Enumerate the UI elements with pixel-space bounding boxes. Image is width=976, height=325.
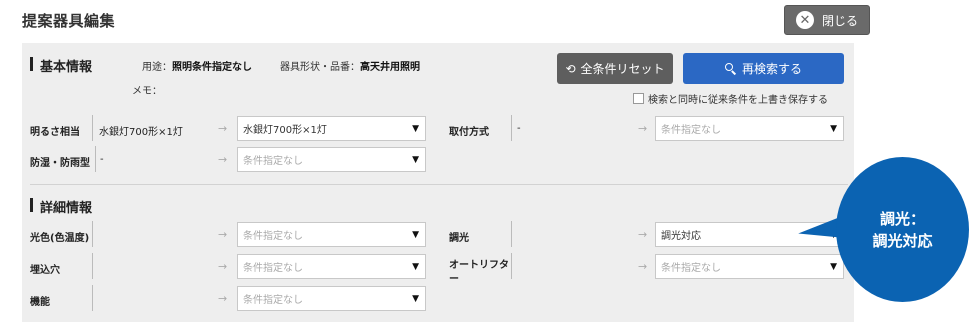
function-select-value: 条件指定なし	[243, 295, 303, 306]
arrow-right-icon: →	[218, 260, 228, 273]
divider	[511, 253, 512, 279]
embed-hole-select[interactable]: 条件指定なし ▼	[237, 254, 426, 279]
callout-line-2: 調光対応	[872, 231, 933, 250]
brightness-label: 明るさ相当	[30, 127, 80, 138]
dimming-select-value: 調光対応	[661, 231, 701, 242]
fixture-value: 高天井用照明	[360, 62, 420, 73]
divider	[95, 146, 96, 172]
caret-down-icon: ▼	[412, 262, 419, 272]
detail-info-title: 詳細情報	[30, 197, 92, 216]
overwrite-save-label: 検索と同時に従来条件を上書き保存する	[648, 95, 828, 106]
auto-lifter-select-value: 条件指定なし	[661, 263, 721, 274]
fixture-label: 器具形状・品番：	[280, 62, 360, 73]
reset-button-label: 全条件リセット	[580, 62, 665, 76]
function-label: 機能	[30, 297, 50, 308]
mounting-current-value: -	[517, 123, 521, 134]
embed-hole-label: 埋込穴	[30, 265, 60, 276]
close-icon: ✕	[795, 11, 814, 29]
overwrite-save-checkbox[interactable]	[633, 93, 644, 104]
arrow-right-icon: →	[638, 228, 648, 241]
research-button[interactable]: 再検索する	[683, 53, 844, 84]
light-color-select[interactable]: 条件指定なし ▼	[237, 222, 426, 247]
callout-bubble: 調光： 調光対応	[836, 157, 969, 302]
arrow-right-icon: →	[218, 292, 228, 305]
reset-all-button[interactable]: ⟲ 全条件リセット	[557, 53, 673, 84]
search-button-label: 再検索する	[741, 62, 802, 76]
caret-down-icon: ▼	[412, 230, 419, 240]
caret-down-icon: ▼	[412, 155, 419, 165]
light-color-label: 光色(色温度)	[30, 233, 90, 244]
brightness-select-value: 水銀灯700形×1灯	[243, 125, 327, 136]
waterproof-current-value: -	[100, 154, 104, 165]
reset-icon: ⟲	[565, 61, 576, 76]
divider	[92, 115, 93, 141]
waterproof-select-value: 条件指定なし	[243, 156, 303, 167]
caret-down-icon: ▼	[830, 262, 837, 272]
divider	[92, 285, 93, 311]
page-title: 提案器具編集	[22, 12, 116, 30]
usage-value: 照明条件指定なし	[172, 62, 252, 73]
divider	[511, 221, 512, 247]
usage-info: 用途：照明条件指定なし	[142, 58, 252, 73]
light-color-select-value: 条件指定なし	[243, 231, 303, 242]
arrow-right-icon: →	[218, 122, 228, 135]
close-button[interactable]: ✕ 閉じる	[784, 5, 870, 35]
basic-info-title: 基本情報	[30, 56, 92, 75]
waterproof-select[interactable]: 条件指定なし ▼	[237, 147, 426, 172]
caret-down-icon: ▼	[412, 124, 419, 134]
condition-panel: 基本情報 用途：照明条件指定なし 器具形状・品番：高天井用照明 メモ： ⟲ 全条…	[22, 43, 854, 322]
arrow-right-icon: →	[218, 228, 228, 241]
arrow-right-icon: →	[638, 260, 648, 273]
embed-hole-select-value: 条件指定なし	[243, 263, 303, 274]
memo-label: メモ：	[132, 86, 162, 97]
dimming-label: 調光	[449, 233, 469, 244]
function-select[interactable]: 条件指定なし ▼	[237, 286, 426, 311]
overwrite-save-option[interactable]: 検索と同時に従来条件を上書き保存する	[633, 91, 828, 106]
mounting-label: 取付方式	[449, 127, 489, 138]
arrow-right-icon: →	[218, 153, 228, 166]
brightness-current-value: 水銀灯700形×1灯	[99, 127, 183, 138]
arrow-right-icon: →	[638, 122, 648, 135]
auto-lifter-select[interactable]: 条件指定なし ▼	[655, 254, 844, 279]
section-divider	[30, 184, 848, 185]
brightness-select[interactable]: 水銀灯700形×1灯 ▼	[237, 116, 426, 141]
mounting-select-value: 条件指定なし	[661, 125, 721, 136]
mounting-select[interactable]: 条件指定なし ▼	[655, 116, 844, 141]
usage-label: 用途：	[142, 62, 172, 73]
caret-down-icon: ▼	[412, 294, 419, 304]
search-icon	[724, 63, 737, 75]
waterproof-label: 防湿・防雨型	[30, 158, 90, 169]
divider	[511, 115, 512, 141]
close-button-label: 閉じる	[821, 13, 858, 28]
caret-down-icon: ▼	[830, 124, 837, 134]
callout-line-1: 調光：	[879, 209, 925, 228]
divider	[92, 221, 93, 247]
auto-lifter-label: オートリフター	[449, 260, 509, 285]
divider	[92, 253, 93, 279]
fixture-info: 器具形状・品番：高天井用照明	[280, 58, 420, 73]
